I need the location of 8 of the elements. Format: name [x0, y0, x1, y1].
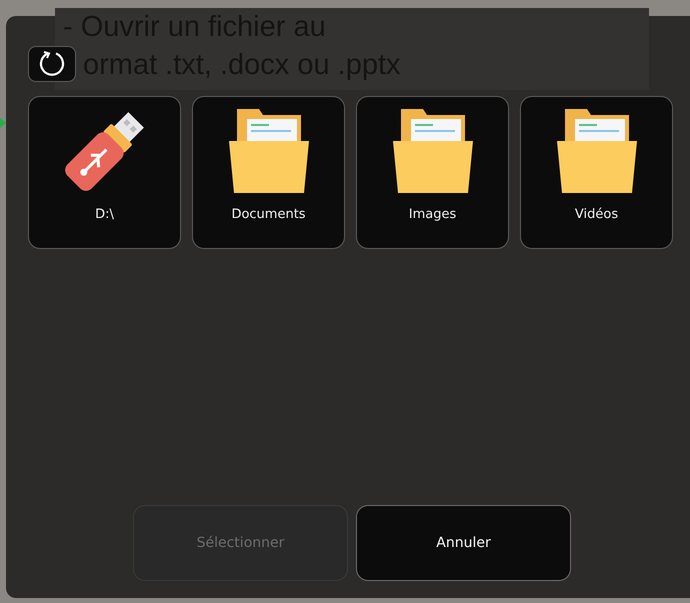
arrow-icon [0, 118, 6, 128]
drive-tile[interactable]: D:\ [28, 96, 181, 249]
folder-tile[interactable]: Images [356, 96, 509, 249]
refresh-button[interactable] [28, 46, 76, 82]
refresh-icon [37, 49, 67, 79]
folder-tile[interactable]: Documents [192, 96, 345, 249]
dialog-button[interactable]: Annuler [356, 505, 571, 581]
folder-tile[interactable]: Vidéos [520, 96, 673, 249]
